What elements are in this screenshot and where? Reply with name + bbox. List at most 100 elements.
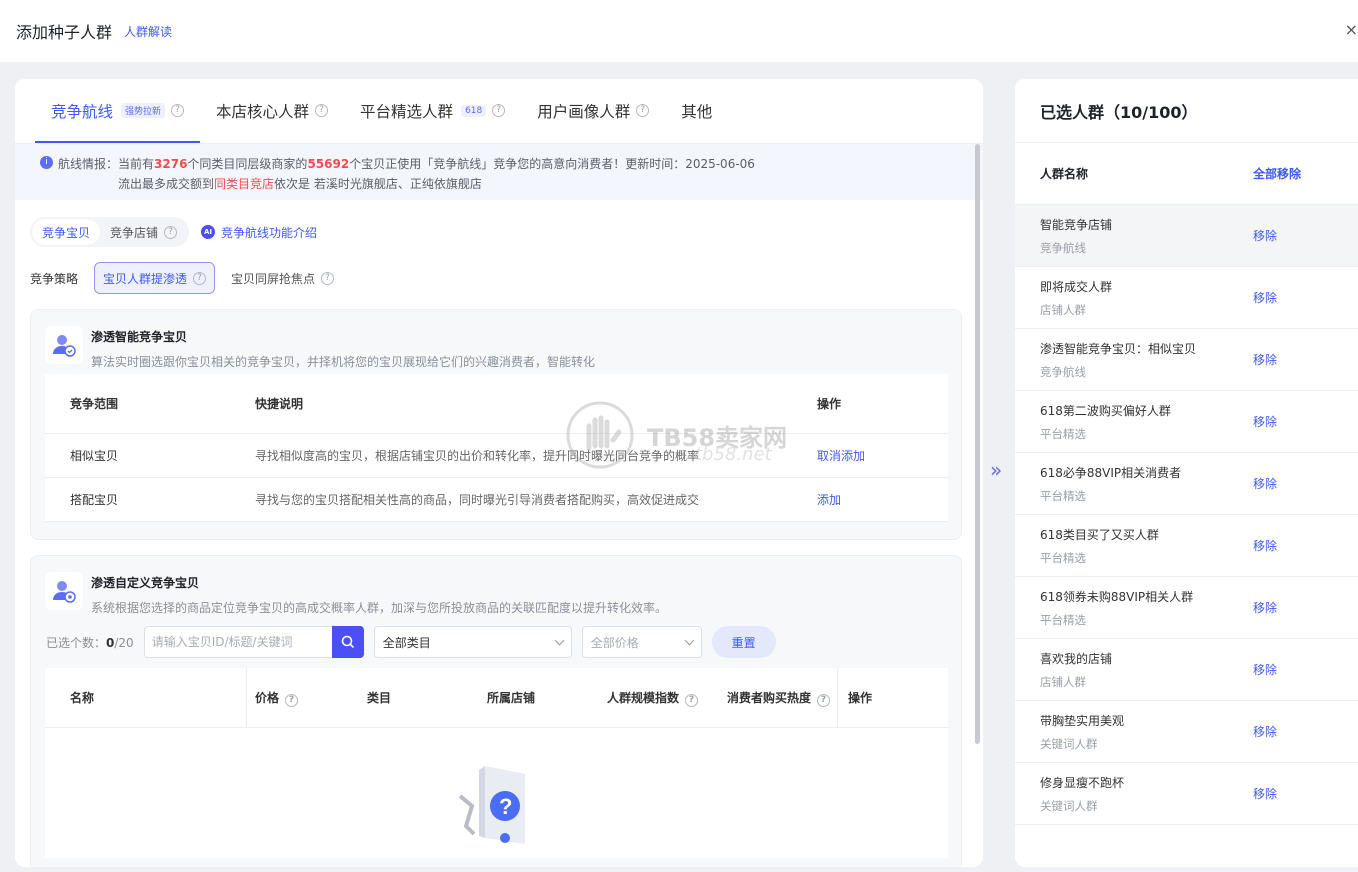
list-item: 智能竞争店铺 竞争航线 移除 xyxy=(1015,205,1358,267)
search-box xyxy=(143,626,364,658)
smart-competition-card: 渗透智能竞争宝贝 算法实时圈选跟你宝贝相关的竞争宝贝，并择机将您的宝贝展现给它们… xyxy=(30,309,962,540)
sub-tabs: 竞争宝贝 竞争店铺? AI 竞争航线功能介绍 xyxy=(30,217,317,247)
help-icon[interactable]: ? xyxy=(193,271,207,285)
remove-button[interactable]: 移除 xyxy=(1253,785,1277,802)
crowd-name: 即将成交人群 xyxy=(1040,279,1113,294)
remove-button[interactable]: 移除 xyxy=(1253,289,1277,306)
card-header: 渗透智能竞争宝贝 算法实时圈选跟你宝贝相关的竞争宝贝，并择机将您的宝贝展现给它们… xyxy=(45,326,595,370)
watermark: TB58卖家网 tb58.net xyxy=(565,400,787,470)
scope-cell: 搭配宝贝 xyxy=(70,493,119,507)
search-input[interactable] xyxy=(144,635,325,649)
item-count: 55692 xyxy=(307,157,350,171)
card-header: 渗透自定义竞争宝贝 系统根据您选择的商品定位竞争宝贝的高成交概率人群，加深与您所… xyxy=(45,572,667,616)
tab-store-core-crowd[interactable]: 本店核心人群 ? xyxy=(200,79,344,143)
column-label: 消费者购买热度 xyxy=(727,690,812,705)
competitor-highlight: 同类目竞店 xyxy=(214,177,275,191)
tab-competition-route[interactable]: 竞争航线 强势拉新 ? xyxy=(35,79,201,143)
crowd-type: 店铺人群 xyxy=(1040,674,1086,689)
help-icon[interactable]: ? xyxy=(171,104,185,117)
column-label: 价格 xyxy=(255,690,280,705)
tab-user-profile[interactable]: 用户画像人群 ? xyxy=(521,79,665,143)
strategy-row: 竞争策略 宝贝人群提渗透? 宝贝同屏抢焦点? xyxy=(30,262,350,294)
list-item: 618必争88VIP相关消费者 平台精选 移除 xyxy=(1015,453,1358,515)
tab-badge: 618 xyxy=(461,104,487,117)
notice-line-2: 流出最多成交额到同类目竞店依次是 若溪时光旗舰店、正纯依旗舰店 xyxy=(40,174,983,194)
tab-label: 本店核心人群 xyxy=(216,102,310,121)
category-select-value: 全部类目 xyxy=(382,635,431,650)
search-button[interactable] xyxy=(331,626,364,658)
tab-label: 其他 xyxy=(681,102,713,121)
cancel-add-button[interactable]: 取消添加 xyxy=(817,447,865,464)
remove-button[interactable]: 移除 xyxy=(1253,351,1277,368)
column-header: 操作 xyxy=(837,667,872,728)
help-icon[interactable]: ? xyxy=(321,271,335,285)
notice-text: 个宝贝正使用「竞争航线」竞争您的高意向消费者！更新时间：2025-06-06 xyxy=(349,157,755,171)
remove-all-button[interactable]: 全部移除 xyxy=(1253,165,1301,182)
crowd-name: 618必争88VIP相关消费者 xyxy=(1040,465,1182,480)
crowd-avatar-icon xyxy=(45,572,83,610)
list-item: 渗透智能竞争宝贝：相似宝贝 竞争航线 移除 xyxy=(1015,329,1358,391)
column-header-heat: 消费者购买热度? xyxy=(727,689,837,707)
strategy-label: 竞争策略 xyxy=(30,271,79,286)
help-icon[interactable]: ? xyxy=(285,693,299,707)
scope-cell: 相似宝贝 xyxy=(70,449,119,463)
crowd-name: 喜欢我的店铺 xyxy=(1040,651,1113,666)
column-header: 所属店铺 xyxy=(487,691,536,705)
remove-button[interactable]: 移除 xyxy=(1253,227,1277,244)
ai-intro-link[interactable]: AI 竞争航线功能介绍 xyxy=(201,224,317,241)
remove-button[interactable]: 移除 xyxy=(1253,599,1277,616)
price-select-value: 全部价格 xyxy=(590,635,639,650)
remove-button[interactable]: 移除 xyxy=(1253,413,1277,430)
crowd-name: 带胸垫实用美观 xyxy=(1040,713,1125,728)
crowd-name: 618第二波购买偏好人群 xyxy=(1040,403,1171,418)
competition-scope-table: 竞争范围 快捷说明 操作 相似宝贝 寻找相似度高的宝贝，根据店铺宝贝的出价和转化… xyxy=(45,374,948,522)
reset-button[interactable]: 重置 xyxy=(711,626,776,658)
card-title: 渗透智能竞争宝贝 xyxy=(91,330,188,344)
strategy-option-focus[interactable]: 宝贝同屏抢焦点? xyxy=(223,262,342,294)
segment-competing-items[interactable]: 竞争宝贝 xyxy=(32,219,101,245)
column-header-scale: 人群规模指数? xyxy=(607,689,727,707)
search-icon xyxy=(341,635,354,649)
help-icon[interactable]: ? xyxy=(685,693,699,707)
notice-text: 航线情报：当前有 xyxy=(58,157,155,171)
help-icon[interactable]: ? xyxy=(164,225,178,239)
selected-count-total: /20 xyxy=(114,635,134,650)
tab-other[interactable]: 其他 xyxy=(665,79,728,143)
crowd-type: 平台精选 xyxy=(1040,488,1086,503)
category-select[interactable]: 全部类目 xyxy=(373,626,572,658)
remove-button[interactable]: 移除 xyxy=(1253,661,1277,678)
help-icon[interactable]: ? xyxy=(817,693,831,707)
remove-button[interactable]: 移除 xyxy=(1253,475,1277,492)
column-header: 操作 xyxy=(817,397,842,411)
help-icon[interactable]: ? xyxy=(636,104,650,117)
ai-icon: AI xyxy=(201,225,216,239)
close-icon[interactable]: × xyxy=(1345,20,1358,39)
crowd-name: 修身显瘦不跑杯 xyxy=(1040,775,1125,790)
strategy-option-penetration[interactable]: 宝贝人群提渗透? xyxy=(94,262,216,294)
column-header-price: 价格? xyxy=(247,689,367,707)
table-header: 竞争范围 快捷说明 操作 xyxy=(45,374,948,434)
expand-arrow-icon[interactable]: » xyxy=(990,458,1002,482)
segment-competing-stores[interactable]: 竞争店铺? xyxy=(100,219,187,245)
crowd-type: 关键词人群 xyxy=(1040,798,1098,813)
crowd-name: 渗透智能竞争宝贝：相似宝贝 xyxy=(1040,341,1197,356)
tab-platform-selected[interactable]: 平台精选人群 618 ? xyxy=(344,79,521,143)
hand-logo-icon xyxy=(566,401,634,469)
tab-label: 竞争航线 xyxy=(51,102,114,121)
remove-button[interactable]: 移除 xyxy=(1253,537,1277,554)
table-row: 搭配宝贝 寻找与您的宝贝搭配相关性高的商品，同时曝光引导消费者搭配购买，高效促进… xyxy=(45,478,948,522)
column-header: 名称 xyxy=(45,667,247,728)
remove-button[interactable]: 移除 xyxy=(1253,723,1277,740)
selected-count-label: 已选个数： xyxy=(46,635,107,650)
chevron-down-icon xyxy=(684,635,695,645)
help-icon[interactable]: ? xyxy=(315,104,329,117)
add-button[interactable]: 添加 xyxy=(817,491,841,508)
selected-crowd-list: 智能竞争店铺 竞争航线 移除 即将成交人群 店铺人群 移除 渗透智能竞争宝贝：相似宝贝竞… xyxy=(1015,205,1358,825)
crowd-name: 智能竞争店铺 xyxy=(1040,217,1113,232)
tab-badge: 强势拉新 xyxy=(121,103,166,118)
list-item: 618领券未购88VIP相关人群 平台精选 移除 xyxy=(1015,577,1358,639)
crowd-interpretation-link[interactable]: 人群解读 xyxy=(124,23,172,40)
price-select[interactable]: 全部价格 xyxy=(581,626,702,658)
help-icon[interactable]: ? xyxy=(492,104,506,117)
scrollbar[interactable] xyxy=(975,144,980,744)
